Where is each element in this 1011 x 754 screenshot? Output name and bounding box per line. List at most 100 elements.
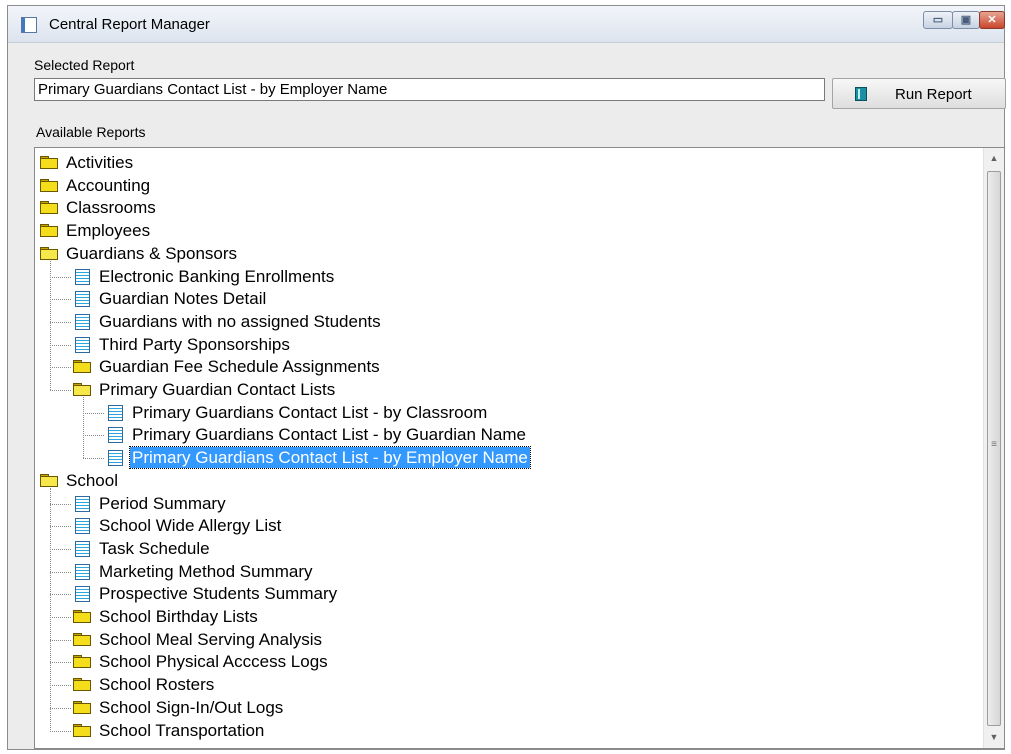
window-title: Central Report Manager bbox=[49, 16, 210, 33]
report-icon bbox=[75, 291, 90, 308]
report-item[interactable]: Guardians with no assigned Students bbox=[35, 311, 980, 333]
folder-body bbox=[40, 248, 58, 260]
report-icon bbox=[108, 450, 123, 467]
vertical-scrollbar[interactable]: ▲ ≡ ▼ bbox=[983, 148, 1004, 748]
tree-connector bbox=[50, 730, 71, 732]
tree-item-label: Third Party Sponsorships bbox=[99, 334, 290, 354]
report-item[interactable]: Electronic Banking Enrollments bbox=[35, 266, 980, 288]
tree-item-label: Primary Guardian Contact Lists bbox=[99, 380, 336, 399]
folder-icon bbox=[73, 610, 91, 623]
report-icon bbox=[75, 540, 90, 557]
report-item[interactable]: Primary Guardians Contact List - by Clas… bbox=[35, 402, 980, 424]
tree-item-label: Activities bbox=[66, 153, 134, 172]
report-icon bbox=[75, 518, 90, 535]
reports-tree[interactable]: ▲ ≡ ▼ Activities Accounting Classrooms Empl… bbox=[34, 147, 1005, 749]
tree-item-label: School Rosters bbox=[99, 675, 215, 695]
folder-item[interactable]: Activities bbox=[35, 152, 980, 174]
folder-icon bbox=[40, 224, 58, 238]
folder-icon bbox=[73, 632, 91, 646]
scroll-up-icon[interactable]: ▲ bbox=[984, 150, 1004, 167]
close-button[interactable]: ✕ bbox=[979, 11, 1005, 29]
tree-connector bbox=[83, 435, 104, 437]
tree-connector bbox=[83, 412, 104, 414]
folder-item[interactable]: School Transportation bbox=[35, 720, 980, 742]
folder-item[interactable]: School Rosters bbox=[35, 674, 980, 696]
report-item[interactable]: Prospective Students Summary bbox=[35, 583, 980, 605]
folder-item[interactable]: Guardians & Sponsors bbox=[35, 243, 980, 265]
folder-body bbox=[73, 657, 91, 669]
folder-item[interactable]: Employees bbox=[35, 220, 980, 242]
selected-report-label: Selected Report bbox=[34, 57, 135, 73]
selected-report-field[interactable]: Primary Guardians Contact List - by Empl… bbox=[34, 78, 825, 101]
tree-item-label: Prospective Students Summary bbox=[99, 584, 338, 604]
folder-icon bbox=[73, 700, 91, 714]
report-icon bbox=[75, 336, 90, 353]
folder-body bbox=[73, 725, 91, 737]
folder-icon bbox=[73, 678, 91, 692]
run-report-button[interactable]: Run Report bbox=[832, 78, 1006, 109]
report-item[interactable]: Period Summary bbox=[35, 493, 980, 515]
tree-item-label: School Meal Serving Analysis bbox=[99, 629, 323, 649]
tree-connector bbox=[50, 344, 71, 346]
tree-connector bbox=[50, 260, 51, 390]
tree-item-label: School bbox=[66, 470, 118, 490]
report-item[interactable]: Marketing Method Summary bbox=[35, 561, 980, 583]
folder-item[interactable]: School Birthday Lists bbox=[35, 606, 980, 628]
tree-connector bbox=[50, 707, 71, 709]
report-manager-window: Central Report Manager ▭ ▣ ✕ Selected Re… bbox=[7, 5, 1006, 750]
folder-item[interactable]: Primary Guardian Contact Lists bbox=[35, 379, 980, 401]
report-item[interactable]: Primary Guardians Contact List - by Guar… bbox=[35, 424, 980, 446]
tree-item-label: Period Summary bbox=[99, 493, 226, 513]
folder-icon bbox=[40, 156, 58, 169]
tree-connector bbox=[50, 321, 71, 323]
report-item[interactable]: Primary Guardians Contact List - by Empl… bbox=[35, 446, 980, 470]
folder-item[interactable]: School Physical Acccess Logs bbox=[35, 651, 980, 673]
folder-body bbox=[73, 702, 91, 714]
scrollbar-thumb[interactable]: ≡ bbox=[987, 171, 1001, 726]
close-icon: ✕ bbox=[987, 14, 997, 26]
folder-body bbox=[73, 385, 91, 396]
folder-body bbox=[73, 362, 91, 374]
tree-connector bbox=[83, 458, 104, 460]
folder-icon bbox=[73, 723, 91, 737]
report-item[interactable]: Guardian Notes Detail bbox=[35, 288, 980, 310]
report-icon bbox=[75, 268, 90, 285]
report-item[interactable]: School Wide Allergy List bbox=[35, 515, 980, 537]
report-icon bbox=[75, 495, 90, 512]
folder-item[interactable]: Classrooms bbox=[35, 197, 980, 219]
available-reports-label: Available Reports bbox=[36, 124, 146, 140]
folder-icon bbox=[73, 360, 91, 374]
minimize-button[interactable]: ▭ bbox=[923, 11, 953, 29]
tree-item-label: Classrooms bbox=[66, 198, 156, 218]
run-report-label: Run Report bbox=[895, 86, 972, 103]
tree-connector bbox=[50, 571, 71, 573]
report-icon bbox=[75, 563, 90, 580]
folder-icon bbox=[40, 178, 58, 192]
folder-icon bbox=[40, 201, 58, 215]
tree-item-label: Primary Guardians Contact List - by Clas… bbox=[132, 402, 488, 422]
maximize-button[interactable]: ▣ bbox=[952, 11, 980, 29]
folder-item[interactable]: School Sign-In/Out Logs bbox=[35, 697, 980, 719]
tree-connector bbox=[50, 503, 71, 505]
folder-item[interactable]: Guardian Fee Schedule Assignments bbox=[35, 356, 980, 378]
folder-item[interactable]: School Meal Serving Analysis bbox=[35, 629, 980, 651]
tree-item-label: Task Schedule bbox=[99, 538, 210, 558]
tree-item-label: Electronic Banking Enrollments bbox=[99, 266, 335, 286]
tree-item-label: Employees bbox=[66, 221, 151, 241]
tree-item-label: Primary Guardians Contact List - by Empl… bbox=[129, 446, 531, 470]
tree-connector bbox=[50, 662, 71, 664]
tree-connector bbox=[50, 299, 71, 301]
folder-body bbox=[40, 180, 58, 192]
report-icon bbox=[108, 404, 123, 421]
tree-item-label: School Sign-In/Out Logs bbox=[99, 697, 284, 717]
folder-item[interactable]: Accounting bbox=[35, 175, 980, 197]
tree-item-label: School Wide Allergy List bbox=[99, 516, 282, 536]
scroll-down-icon[interactable]: ▼ bbox=[984, 729, 1004, 746]
report-item[interactable]: Task Schedule bbox=[35, 538, 980, 560]
tree-item-label: Marketing Method Summary bbox=[99, 561, 313, 581]
folder-item[interactable]: School bbox=[35, 470, 980, 492]
scroll-grip-icon: ≡ bbox=[991, 439, 997, 450]
tree-item-label: Accounting bbox=[66, 175, 151, 195]
folder-body bbox=[40, 226, 58, 238]
report-item[interactable]: Third Party Sponsorships bbox=[35, 334, 980, 356]
